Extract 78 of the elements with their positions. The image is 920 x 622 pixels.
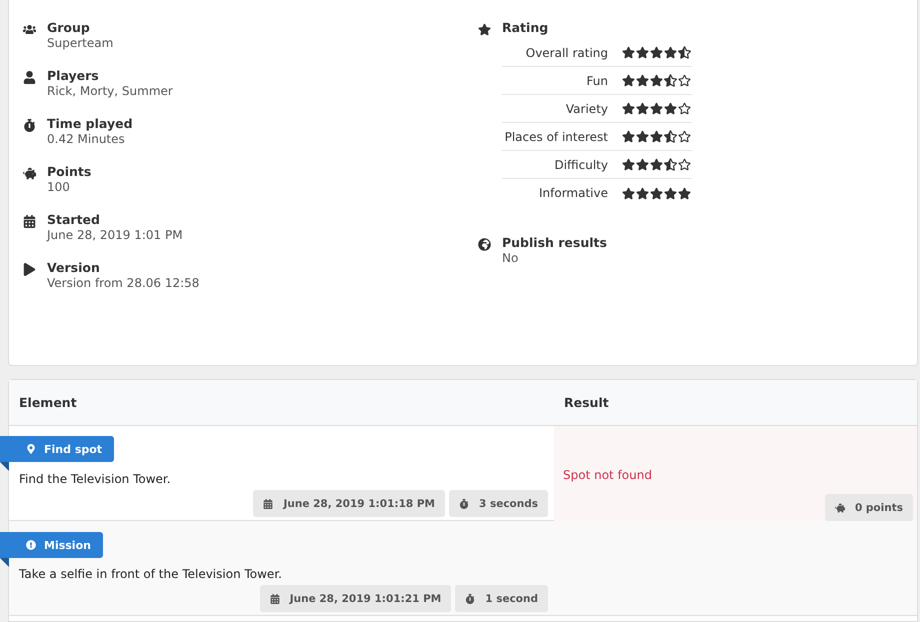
stopwatch-icon: [458, 498, 469, 508]
star-icon: [478, 23, 492, 37]
tag-label: Find spot: [44, 442, 102, 456]
star-icon: [636, 74, 649, 87]
detail-label: Group: [47, 20, 91, 35]
detail-label: Started: [47, 212, 101, 227]
star-icon: [650, 130, 663, 143]
star-icon: [678, 46, 691, 59]
tag-label: Mission: [44, 538, 91, 552]
rating-name: Places of interest: [504, 130, 608, 144]
star-icon: [664, 74, 677, 87]
detail-label: Publish results: [502, 235, 607, 250]
globe-icon: [478, 238, 492, 252]
piggy-bank-icon: [23, 167, 37, 181]
star-icon: [636, 102, 649, 115]
points-badge: 0 points: [824, 494, 913, 521]
result-text: Spot not found: [563, 468, 653, 482]
stopwatch-icon: [23, 119, 37, 133]
detail-label: Version: [47, 260, 101, 275]
star-icon: [650, 46, 663, 59]
star-icon: [636, 46, 649, 59]
star-icon: [622, 46, 635, 59]
star-icon: [650, 102, 663, 115]
rating-name: Overall rating: [526, 46, 608, 60]
column-header: Element: [18, 394, 78, 412]
star-icon: [650, 158, 663, 171]
star-icon: [678, 102, 691, 115]
star-icon: [664, 46, 677, 59]
rating-name: Difficulty: [554, 158, 608, 172]
star-icon: [636, 130, 649, 143]
detail-value: Rick, Morty, Summer: [47, 84, 173, 98]
play-icon: [23, 263, 37, 277]
piggy-bank-icon: [834, 502, 845, 512]
star-icon: [664, 158, 677, 171]
user-icon: [23, 71, 37, 85]
duration-badge: 3 seconds: [448, 490, 548, 517]
element-text: Find the Television Tower.: [19, 472, 172, 486]
star-icon: [636, 186, 649, 200]
star-icon: [622, 74, 635, 87]
detail-label: Time played: [47, 116, 133, 131]
calendar-icon: [270, 594, 280, 604]
rating-name: Variety: [566, 102, 608, 116]
exclamation-icon: [26, 540, 36, 550]
column-header: Result: [563, 394, 610, 412]
duration-badge: 1 second: [455, 585, 548, 612]
date-badge: June 28, 2019 1:01:21 PM: [260, 585, 452, 612]
date-badge: June 28, 2019 1:01:18 PM: [253, 490, 445, 517]
rating-name: Fun: [586, 74, 608, 88]
star-icon: [622, 186, 635, 200]
star-icon: [678, 74, 691, 87]
element-text: Take a selfie in front of the Television Tower.: [19, 567, 283, 581]
star-icon: [664, 130, 677, 143]
detail-value: Version from 28.06 12:58: [47, 276, 200, 290]
star-icon: [678, 158, 691, 171]
calendar-icon: [263, 498, 274, 508]
rating-name: Informative: [539, 186, 608, 200]
stopwatch-icon: [465, 594, 476, 604]
detail-value: No: [502, 251, 520, 265]
star-icon: [650, 74, 663, 87]
detail-value: June 28, 2019 1:01 PM: [47, 228, 183, 242]
star-icon: [664, 186, 677, 200]
detail-value: 100: [47, 180, 71, 194]
rating-label: Rating: [502, 20, 550, 35]
detail-label: Points: [47, 164, 92, 179]
calendar-icon: [23, 215, 37, 229]
star-icon: [622, 130, 635, 143]
detail-label: Players: [47, 68, 100, 83]
star-icon: [622, 158, 635, 171]
users-icon: [23, 23, 37, 37]
detail-value: Superteam: [47, 36, 114, 50]
star-icon: [664, 102, 677, 115]
map-pin-icon: [26, 444, 36, 454]
star-icon: [678, 130, 691, 143]
detail-value: 0.42 Minutes: [47, 132, 126, 146]
star-icon: [636, 158, 649, 171]
star-icon: [650, 186, 663, 200]
star-icon: [622, 102, 635, 115]
star-icon: [678, 186, 691, 200]
